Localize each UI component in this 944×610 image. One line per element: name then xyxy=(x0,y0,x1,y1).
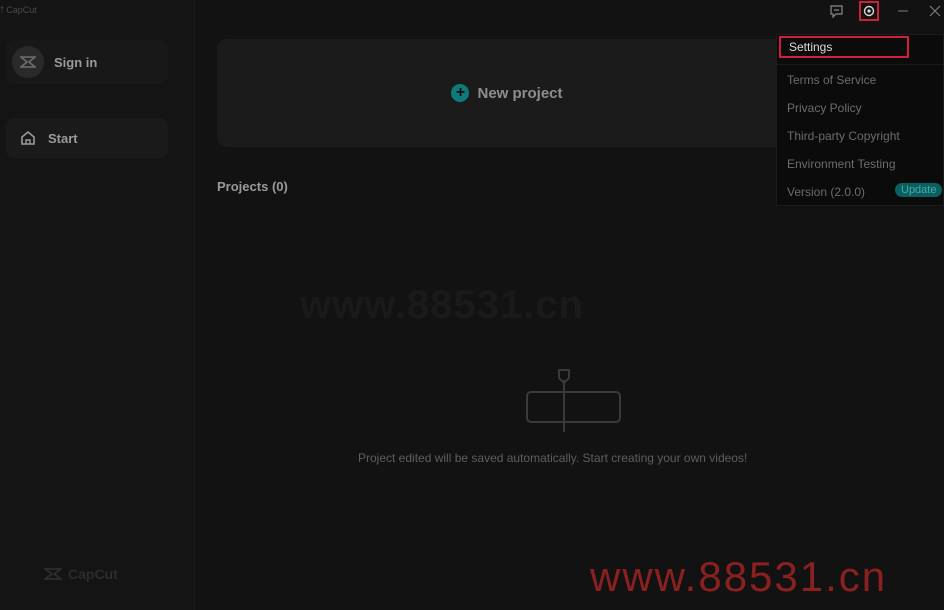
menu-item-third-party-copyright[interactable]: Third-party Copyright xyxy=(787,129,900,143)
app-brand: ⭡ CapCut xyxy=(0,3,37,17)
watermark-center: www.88531.cn xyxy=(300,283,584,327)
minimize-button[interactable] xyxy=(893,2,913,20)
menu-item-version: Version (2.0.0) xyxy=(787,185,866,199)
sign-in-label: Sign in xyxy=(54,54,98,70)
menu-divider xyxy=(777,64,943,65)
settings-dropdown-menu: Settings Terms of Service Privacy Policy… xyxy=(776,34,944,206)
feedback-button[interactable] xyxy=(826,2,846,20)
close-button[interactable] xyxy=(925,2,944,20)
sign-in-button[interactable]: Sign in xyxy=(6,40,168,84)
sidebar-item-start[interactable]: Start xyxy=(6,118,168,158)
sidebar-footer-brand: CapCut xyxy=(44,565,118,583)
footer-brand-name: CapCut xyxy=(68,566,118,582)
watermark-corner: www.88531.cn xyxy=(590,553,888,600)
sidebar-item-label: Start xyxy=(48,130,78,146)
new-project-button[interactable]: + New project xyxy=(217,39,797,147)
close-icon xyxy=(929,5,941,17)
minimize-icon xyxy=(898,10,908,12)
settings-icon xyxy=(863,5,875,17)
update-badge[interactable]: Update xyxy=(895,183,943,197)
empty-projects-illustration xyxy=(526,369,621,432)
projects-heading: Projects (0) xyxy=(217,179,288,194)
capcut-logo-icon xyxy=(44,568,62,580)
projects-title: Projects xyxy=(217,179,269,194)
feedback-icon xyxy=(829,4,843,18)
menu-item-terms-of-service[interactable]: Terms of Service xyxy=(787,73,876,87)
projects-count: (0) xyxy=(271,179,288,194)
new-project-label: New project xyxy=(477,84,563,102)
app-name: CapCut xyxy=(6,5,37,15)
menu-item-settings[interactable]: Settings xyxy=(779,36,909,58)
menu-item-environment-testing[interactable]: Environment Testing xyxy=(787,157,896,171)
capcut-avatar-icon xyxy=(20,56,36,68)
plus-icon: + xyxy=(451,84,470,102)
capcut-logo-icon: ⭡ xyxy=(0,4,5,15)
menu-item-privacy-policy[interactable]: Privacy Policy xyxy=(787,101,862,115)
home-icon xyxy=(21,130,35,145)
settings-button[interactable] xyxy=(859,1,879,21)
empty-projects-message: Project edited will be saved automatical… xyxy=(358,451,748,465)
sidebar: ⭡ CapCut Sign in Start CapCut xyxy=(0,0,195,610)
avatar xyxy=(12,46,44,78)
